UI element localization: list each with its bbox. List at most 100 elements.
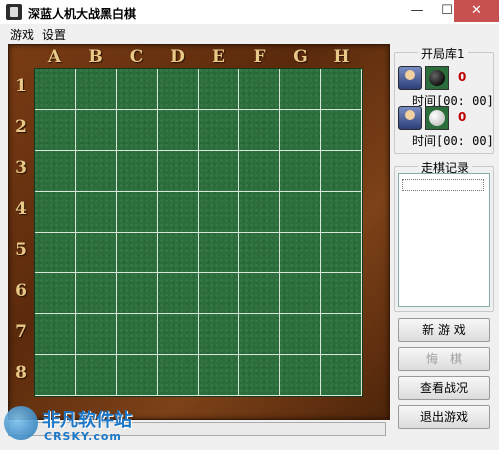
- board-cell-c1[interactable]: [116, 69, 158, 110]
- board-cell-e7[interactable]: [198, 314, 240, 356]
- board-cell-h5[interactable]: [321, 232, 362, 274]
- watermark-icon: [4, 406, 38, 440]
- board-cell-c5[interactable]: [116, 232, 158, 274]
- row-label-5: 5: [15, 240, 27, 260]
- row-label-3: 3: [15, 158, 27, 178]
- menu-item-game[interactable]: 游戏: [10, 26, 34, 43]
- board-cell-c2[interactable]: [116, 109, 158, 151]
- row-label-1: 1: [15, 76, 27, 96]
- board-cell-g5[interactable]: [280, 232, 322, 274]
- board-cell-h1[interactable]: [321, 69, 362, 110]
- board-cell-b6[interactable]: [75, 273, 117, 315]
- column-label-g: G: [293, 47, 308, 67]
- board-cell-a6[interactable]: [35, 273, 76, 315]
- board-cell-h6[interactable]: [321, 273, 362, 315]
- menu-item-settings[interactable]: 设置: [42, 26, 66, 43]
- white-stone-indicator: [425, 106, 449, 130]
- board-cell-f7[interactable]: [239, 314, 281, 356]
- board-cell-b4[interactable]: [75, 191, 117, 233]
- board-cell-h3[interactable]: [321, 150, 362, 192]
- board-cell-a7[interactable]: [35, 314, 76, 356]
- black-stone-indicator: [425, 66, 449, 90]
- board-cell-h4[interactable]: [321, 191, 362, 233]
- board-cell-g7[interactable]: [280, 314, 322, 356]
- title-bar: 深蓝人机大战黑白棋 — ☐ ✕: [0, 0, 499, 25]
- board-cell-b8[interactable]: [75, 355, 117, 396]
- board-cell-d6[interactable]: [157, 273, 199, 315]
- board-cell-g6[interactable]: [280, 273, 322, 315]
- board-cell-e1[interactable]: [198, 69, 240, 110]
- board-cell-c7[interactable]: [116, 314, 158, 356]
- board-cell-h2[interactable]: [321, 109, 362, 151]
- window-title: 深蓝人机大战黑白棋: [28, 7, 137, 21]
- board-cell-e3[interactable]: [198, 150, 240, 192]
- game-board[interactable]: [34, 68, 363, 397]
- board-cell-b5[interactable]: [75, 232, 117, 274]
- white-player-icon: [398, 106, 422, 130]
- board-cell-a3[interactable]: [35, 150, 76, 192]
- column-label-a: A: [47, 47, 62, 67]
- menu-bar: 游戏 设置: [0, 24, 499, 42]
- view-status-button[interactable]: 查看战况: [398, 376, 490, 400]
- white-stone-icon: [429, 110, 445, 126]
- board-cell-c6[interactable]: [116, 273, 158, 315]
- board-cell-d8[interactable]: [157, 355, 199, 396]
- watermark-logo: 非凡软件站 CRSKY.com: [4, 402, 154, 446]
- board-cell-f2[interactable]: [239, 109, 281, 151]
- column-label-d: D: [170, 47, 185, 67]
- board-cell-e4[interactable]: [198, 191, 240, 233]
- board-cell-f8[interactable]: [239, 355, 281, 396]
- board-cell-a4[interactable]: [35, 191, 76, 233]
- exit-game-button[interactable]: 退出游戏: [398, 405, 490, 429]
- board-cell-g1[interactable]: [280, 69, 322, 110]
- board-cell-d4[interactable]: [157, 191, 199, 233]
- board-cell-h8[interactable]: [321, 355, 362, 396]
- board-cell-f6[interactable]: [239, 273, 281, 315]
- board-cell-a5[interactable]: [35, 232, 76, 274]
- column-label-b: B: [88, 47, 103, 67]
- board-cell-e5[interactable]: [198, 232, 240, 274]
- row-label-4: 4: [15, 199, 27, 219]
- black-stone-icon: [429, 70, 445, 86]
- column-labels: A B C D E F G H: [34, 44, 365, 67]
- row-label-6: 6: [15, 281, 27, 301]
- column-label-h: H: [333, 47, 350, 67]
- board-cell-d2[interactable]: [157, 109, 199, 151]
- board-cell-b7[interactable]: [75, 314, 117, 356]
- board-cell-e2[interactable]: [198, 109, 240, 151]
- minimize-button[interactable]: —: [402, 0, 432, 22]
- board-cell-f5[interactable]: [239, 232, 281, 274]
- undo-button[interactable]: 悔 棋: [398, 347, 490, 371]
- status-group-title: 开局库1: [418, 45, 468, 62]
- board-cell-g2[interactable]: [280, 109, 322, 151]
- board-cell-e6[interactable]: [198, 273, 240, 315]
- board-cell-f1[interactable]: [239, 69, 281, 110]
- white-timer: 时间[00: 00]: [412, 134, 494, 148]
- board-cell-g4[interactable]: [280, 191, 322, 233]
- board-cell-d7[interactable]: [157, 314, 199, 356]
- board-cell-a8[interactable]: [35, 355, 76, 396]
- board-cell-f4[interactable]: [239, 191, 281, 233]
- board-cell-d5[interactable]: [157, 232, 199, 274]
- app-icon: [6, 4, 22, 20]
- board-cell-g3[interactable]: [280, 150, 322, 192]
- board-cell-c8[interactable]: [116, 355, 158, 396]
- board-cell-g8[interactable]: [280, 355, 322, 396]
- board-cell-c4[interactable]: [116, 191, 158, 233]
- board-cell-b1[interactable]: [75, 69, 117, 110]
- board-cell-c3[interactable]: [116, 150, 158, 192]
- board-cell-a1[interactable]: [35, 69, 76, 110]
- board-cell-h7[interactable]: [321, 314, 362, 356]
- close-button[interactable]: ✕: [454, 0, 499, 22]
- board-cell-b3[interactable]: [75, 150, 117, 192]
- board-cell-f3[interactable]: [239, 150, 281, 192]
- move-record-list[interactable]: [398, 173, 490, 307]
- board-cell-b2[interactable]: [75, 109, 117, 151]
- board-cell-e8[interactable]: [198, 355, 240, 396]
- new-game-button[interactable]: 新 游 戏: [398, 318, 490, 342]
- board-cell-a2[interactable]: [35, 109, 76, 151]
- board-cell-d1[interactable]: [157, 69, 199, 110]
- row-label-8: 8: [15, 363, 27, 383]
- board-cell-d3[interactable]: [157, 150, 199, 192]
- row-label-7: 7: [15, 322, 27, 342]
